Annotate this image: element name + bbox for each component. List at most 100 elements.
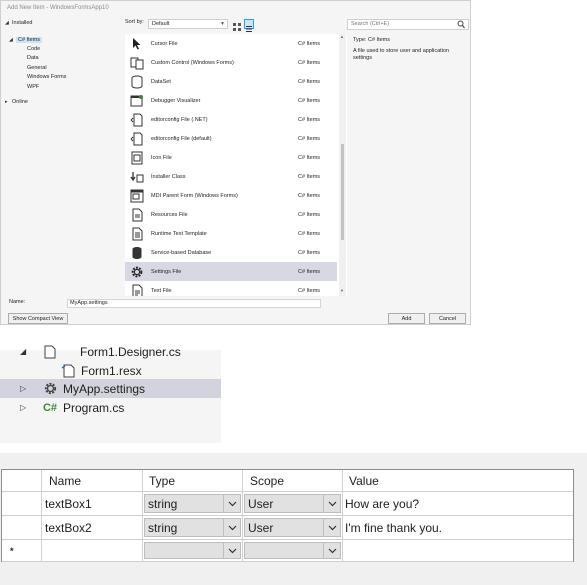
column-header-scope[interactable]: Scope bbox=[243, 470, 343, 492]
csharp-file-icon: C# bbox=[42, 401, 58, 414]
tree-node-windows-forms[interactable]: Windows Forms bbox=[27, 73, 66, 82]
type-combobox[interactable] bbox=[144, 542, 241, 559]
add-button[interactable]: Add bbox=[388, 313, 425, 324]
tree-node-general[interactable]: General bbox=[27, 63, 47, 72]
tree-node-wpf[interactable]: WPF bbox=[27, 82, 39, 91]
collapse-arrow-icon[interactable]: ▷ bbox=[20, 403, 26, 412]
chevron-down-icon[interactable] bbox=[323, 519, 340, 536]
tree-node-code[interactable]: Code bbox=[27, 44, 40, 53]
template-item[interactable]: editorconfig File (default) C# Items bbox=[125, 129, 337, 148]
setting-name-cell[interactable]: textBox2 bbox=[42, 516, 143, 540]
scroll-up-icon[interactable]: ▲ bbox=[340, 34, 344, 39]
item-template-list: Cursor File C# Items Custom Control (Windo… bbox=[125, 34, 347, 296]
new-row-marker[interactable]: * bbox=[2, 540, 42, 562]
solution-item-myapp-settings[interactable]: ▷ MyApp.settings bbox=[0, 379, 221, 398]
scope-combobox[interactable]: User bbox=[244, 518, 341, 537]
expand-arrow-icon[interactable]: ◢ bbox=[5, 20, 12, 26]
setting-value-cell[interactable]: I'm fine thank you. bbox=[343, 516, 573, 540]
chevron-down-icon[interactable] bbox=[323, 543, 340, 558]
template-item-name: Runtime Text Template bbox=[151, 230, 207, 237]
setting-scope-cell[interactable]: User bbox=[243, 516, 343, 540]
column-header-name[interactable]: Name bbox=[42, 470, 143, 492]
scope-combobox[interactable] bbox=[244, 542, 341, 559]
type-combobox[interactable]: string bbox=[144, 494, 241, 513]
template-item[interactable]: MDI Parent Form (Windows Forms) C# Items bbox=[125, 186, 337, 205]
template-item[interactable]: Cursor File C# Items bbox=[125, 34, 337, 53]
tree-node-installed[interactable]: ◢ Installed bbox=[5, 18, 33, 27]
new-setting-scope-cell[interactable] bbox=[243, 540, 343, 562]
type-combobox[interactable]: string bbox=[144, 518, 241, 537]
row-header[interactable] bbox=[2, 492, 42, 516]
tree-node-csharp-items[interactable]: ◢ C# Items bbox=[9, 35, 43, 44]
collapse-arrow-icon[interactable]: ▷ bbox=[20, 384, 26, 393]
new-setting-name-cell[interactable] bbox=[42, 540, 143, 562]
name-input[interactable]: MyApp.settings bbox=[67, 299, 321, 308]
template-item[interactable]: editorconfig File (.NET) C# Items bbox=[125, 110, 337, 129]
template-item[interactable]: Settings File C# Items bbox=[125, 262, 337, 281]
sort-by-select[interactable]: Default ▼ bbox=[148, 19, 228, 29]
chevron-down-icon[interactable] bbox=[223, 495, 240, 512]
type-value: C# Items bbox=[367, 37, 390, 43]
setting-type-cell[interactable]: string bbox=[143, 492, 243, 516]
template-item[interactable]: Custom Control (Windows Forms) C# Items bbox=[125, 53, 337, 72]
custom-control-icon bbox=[130, 56, 144, 70]
tree-node-online[interactable]: ▸ Online bbox=[5, 97, 28, 106]
solution-item-form1-resx[interactable]: Form1.resx bbox=[0, 361, 221, 380]
medium-icons-view-button[interactable] bbox=[232, 19, 242, 31]
chevron-down-icon[interactable] bbox=[223, 519, 240, 536]
dataset-icon bbox=[130, 75, 144, 89]
column-header-value[interactable]: Value bbox=[343, 470, 573, 492]
template-item[interactable]: DataSet C# Items bbox=[125, 72, 337, 91]
template-item[interactable]: Debugger Visualizer C# Items bbox=[125, 91, 337, 110]
template-item-name: Custom Control (Windows Forms) bbox=[151, 59, 234, 66]
template-item-category: C# Items bbox=[298, 230, 321, 237]
template-item-name: Cursor File bbox=[150, 40, 178, 47]
setting-scope-cell[interactable]: User bbox=[243, 492, 343, 516]
show-compact-view-button[interactable]: Show Compact View bbox=[8, 313, 68, 324]
search-input[interactable]: Search (Ctrl+E) bbox=[347, 19, 469, 30]
template-item-name: Service-based Database bbox=[151, 249, 212, 256]
template-item[interactable]: Runtime Text Template C# Items bbox=[125, 224, 337, 243]
template-item[interactable]: Text File C# Items bbox=[125, 281, 337, 296]
dialog-title: Add New Item - WindowsFormsApp10 bbox=[7, 5, 109, 11]
chevron-down-icon[interactable] bbox=[223, 543, 240, 558]
template-item[interactable]: Icon File C# Items bbox=[125, 148, 337, 167]
scope-combobox[interactable]: User bbox=[244, 494, 341, 513]
new-setting-value-cell[interactable] bbox=[343, 540, 573, 562]
editorconfig-icon bbox=[130, 113, 144, 127]
setting-type-cell[interactable]: string bbox=[143, 516, 243, 540]
tree-node-data[interactable]: Data bbox=[27, 54, 39, 63]
template-item-category: C# Items bbox=[298, 287, 321, 294]
template-item-category: C# Items bbox=[298, 97, 321, 104]
solution-item-form1-designer[interactable]: ◢ Form1.Designer.cs bbox=[0, 342, 221, 361]
template-item[interactable]: Installer Class C# Items bbox=[125, 167, 337, 186]
setting-value-cell[interactable]: How are you? bbox=[343, 492, 573, 516]
template-item[interactable]: Service-based Database C# Items bbox=[125, 243, 337, 262]
list-view-button[interactable] bbox=[244, 19, 254, 32]
template-item[interactable]: Resources File C# Items bbox=[125, 205, 337, 224]
template-item-category: C# Items bbox=[298, 78, 321, 85]
expand-arrow-icon[interactable]: ◢ bbox=[9, 37, 16, 43]
sort-by-label: Sort by: bbox=[125, 19, 144, 25]
mdi-form-icon bbox=[130, 189, 144, 203]
resx-file-icon bbox=[60, 363, 76, 379]
template-item-name: DataSet bbox=[151, 78, 171, 85]
settings-gear-icon bbox=[130, 265, 144, 279]
template-item-category: C# Items bbox=[298, 154, 321, 161]
solution-item-program-cs[interactable]: ▷ C# Program.cs bbox=[0, 398, 221, 417]
scrollbar-thumb[interactable] bbox=[341, 144, 344, 240]
item-description: A file used to store user and applicatio… bbox=[353, 48, 450, 61]
chevron-down-icon[interactable] bbox=[323, 495, 340, 512]
row-header[interactable] bbox=[2, 516, 42, 540]
editorconfig-icon bbox=[130, 132, 144, 146]
setting-name-cell[interactable]: textBox1 bbox=[42, 492, 143, 516]
expand-arrow-icon[interactable]: ◢ bbox=[20, 347, 26, 356]
cancel-button[interactable]: Cancel bbox=[429, 313, 466, 324]
scroll-down-icon[interactable]: ▼ bbox=[340, 288, 344, 293]
collapse-arrow-icon[interactable]: ▸ bbox=[5, 99, 12, 105]
template-item-category: C# Items bbox=[298, 211, 321, 218]
type-label: Type: bbox=[353, 37, 367, 43]
template-item-category: C# Items bbox=[297, 40, 320, 47]
column-header-type[interactable]: Type bbox=[143, 470, 243, 492]
new-setting-type-cell[interactable] bbox=[143, 540, 243, 562]
